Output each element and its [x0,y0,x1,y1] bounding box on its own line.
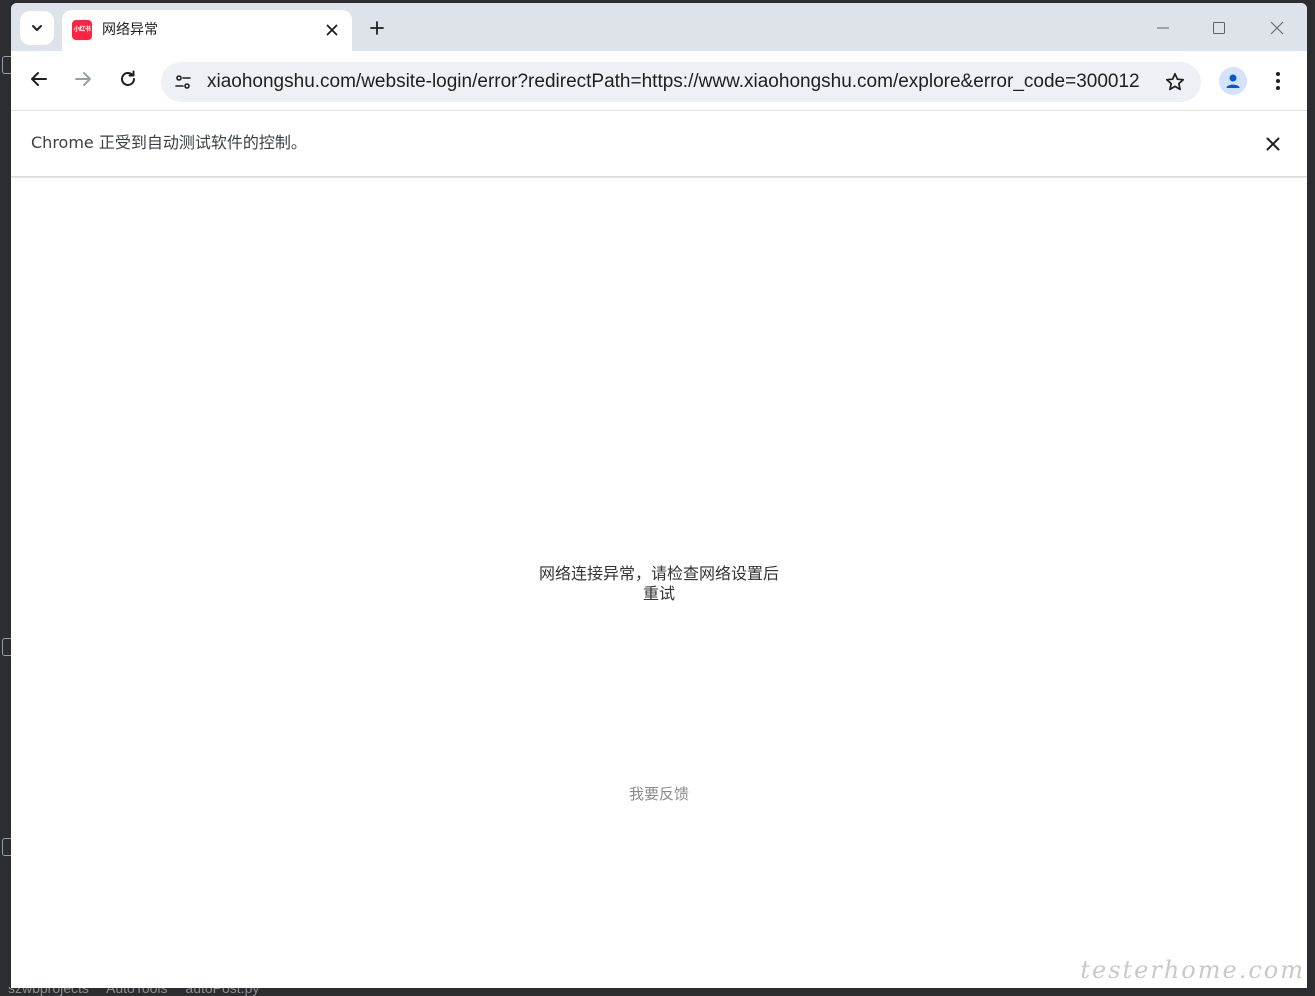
watermark: testerhome.com [1080,956,1305,984]
window-close-button[interactable] [1262,13,1292,43]
ide-tool-icon [2,838,11,856]
address-bar[interactable]: xiaohongshu.com/website-login/error?redi… [161,62,1201,102]
tab-strip: 小红书 网络异常 [11,3,1307,51]
forward-icon [74,70,92,88]
tab-close-button[interactable] [322,20,342,40]
ide-breadcrumb: szwbprojects AutoTools autoPost.py [8,987,273,996]
automation-infobar: Chrome 正受到自动测试软件的控制。 [11,111,1307,177]
close-icon [1270,21,1284,35]
reload-icon [119,70,137,88]
tune-icon [174,73,192,91]
plus-icon [369,20,385,36]
ide-breadcrumb-item[interactable]: autoPost.py [185,987,259,996]
close-icon [326,24,338,36]
tab-search-icon [30,21,44,35]
chrome-menu-button[interactable] [1265,67,1291,95]
tab-title: 网络异常 [102,22,158,38]
window-minimize-button[interactable] [1148,13,1178,43]
url-text[interactable]: xiaohongshu.com/website-login/error?redi… [207,72,1147,92]
xiaohongshu-favicon-icon: 小红书 [72,20,92,40]
infobar-close-button[interactable] [1261,132,1285,156]
maximize-icon [1212,21,1226,35]
back-icon [30,70,48,88]
ide-status-bar: szwbprojects AutoTools autoPost.py [0,987,1315,996]
new-tab-button[interactable] [364,15,390,41]
site-info-button[interactable] [169,68,197,96]
forward-button[interactable] [67,63,99,95]
reload-button[interactable] [112,63,144,95]
minimize-icon [1156,21,1170,35]
ide-tool-icon [2,638,11,656]
ide-tool-icon [2,56,11,74]
ide-breadcrumb-item[interactable]: AutoTools [106,987,167,996]
more-vert-icon [1275,71,1281,91]
ide-left-gutter [0,0,11,996]
browser-window: 小红书 网络异常 xiaohongshu.com/website-login/e… [11,3,1307,988]
page-content: 网络连接异常，请检查网络设置后重试 我要反馈 testerhome.com [11,178,1307,988]
back-button[interactable] [23,63,55,95]
window-maximize-button[interactable] [1204,13,1234,43]
profile-icon [1224,72,1242,90]
feedback-link[interactable]: 我要反馈 [609,784,709,804]
tab-search-button[interactable] [20,11,54,45]
star-icon [1165,72,1185,92]
profile-button[interactable] [1219,67,1247,95]
browser-tab-active[interactable]: 小红书 网络异常 [62,10,352,51]
network-error-message: 网络连接异常，请检查网络设置后重试 [538,564,779,603]
close-icon [1266,137,1280,151]
infobar-message: Chrome 正受到自动测试软件的控制。 [31,133,307,152]
bookmark-button[interactable] [1163,70,1187,94]
browser-toolbar: xiaohongshu.com/website-login/error?redi… [11,51,1307,111]
ide-breadcrumb-item[interactable]: szwbprojects [8,987,89,996]
